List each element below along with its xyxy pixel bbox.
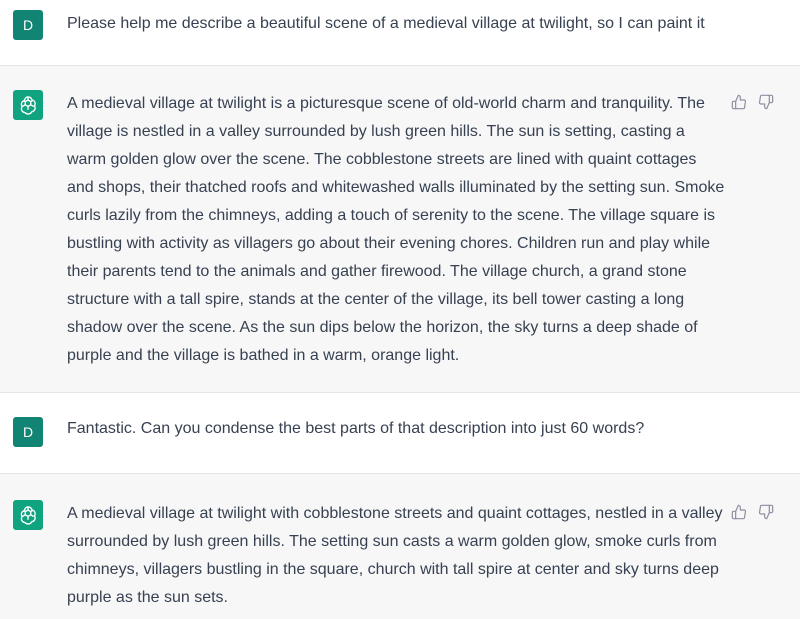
- user-avatar: D: [13, 417, 43, 447]
- thumbs-down-button[interactable]: [757, 93, 775, 111]
- message-text: A medieval village at twilight with cobb…: [67, 500, 727, 612]
- feedback-buttons: [730, 93, 775, 111]
- thumbs-up-button[interactable]: [730, 503, 748, 521]
- thumbs-up-button[interactable]: [730, 93, 748, 111]
- message-paragraph: A medieval village at twilight is a pict…: [67, 95, 725, 364]
- message-text: Fantastic. Can you condense the best par…: [67, 415, 727, 443]
- thumbs-down-icon: [758, 504, 774, 520]
- message-text: A medieval village at twilight is a pict…: [67, 90, 727, 370]
- assistant-message: A medieval village at twilight is a pict…: [0, 66, 800, 393]
- openai-logo-icon: [20, 96, 36, 115]
- conversation-thread: D Please help me describe a beautiful sc…: [0, 0, 800, 619]
- openai-logo-icon: [20, 506, 36, 525]
- thumbs-up-icon: [731, 94, 747, 110]
- user-avatar: D: [13, 10, 43, 40]
- thumbs-up-icon: [731, 504, 747, 520]
- message-text: Please help me describe a beautiful scen…: [67, 10, 727, 38]
- message-paragraph: A medieval village at twilight with cobb…: [67, 505, 723, 606]
- message-paragraph: Please help me describe a beautiful scen…: [67, 15, 705, 32]
- thumbs-down-icon: [758, 94, 774, 110]
- message-paragraph: Fantastic. Can you condense the best par…: [67, 420, 645, 437]
- user-message: D Fantastic. Can you condense the best p…: [0, 393, 800, 474]
- assistant-message: A medieval village at twilight with cobb…: [0, 474, 800, 619]
- thumbs-down-button[interactable]: [757, 503, 775, 521]
- user-avatar-letter: D: [22, 17, 34, 33]
- user-avatar-letter: D: [22, 424, 34, 440]
- feedback-buttons: [730, 503, 775, 521]
- assistant-avatar: [13, 90, 43, 120]
- assistant-avatar: [13, 500, 43, 530]
- user-message: D Please help me describe a beautiful sc…: [0, 0, 800, 66]
